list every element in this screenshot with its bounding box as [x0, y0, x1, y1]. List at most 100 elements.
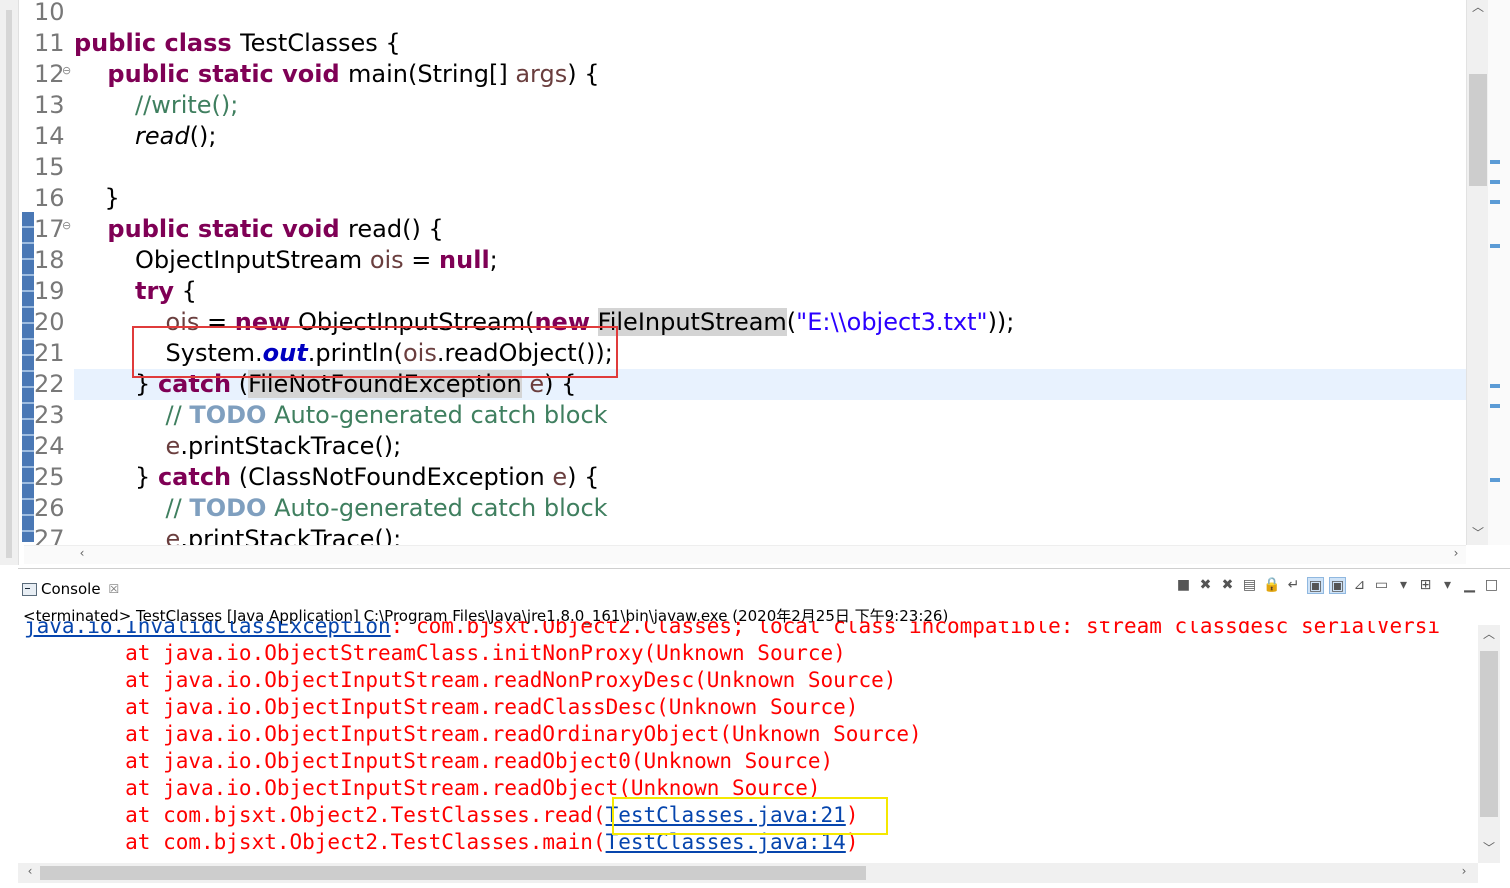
display-console-dropdown-icon[interactable]: ▾	[1395, 577, 1412, 594]
show-on-stderr-icon[interactable]: ▣	[1329, 577, 1346, 594]
code-token: (	[786, 308, 797, 336]
remove-all-icon[interactable]: ✖	[1219, 577, 1236, 594]
editor-vertical-scrollbar[interactable]: ︿ ﹀	[1466, 0, 1489, 545]
overview-marker[interactable]	[1490, 478, 1500, 482]
code-line[interactable]: 10	[24, 0, 1466, 28]
scroll-left-arrow-icon[interactable]: ‹	[72, 546, 92, 560]
show-on-stdout-icon[interactable]: ▣	[1307, 577, 1324, 594]
tab-console[interactable]: Console ☒	[22, 577, 119, 601]
console-view[interactable]: Console ☒ ■ ✖ ✖ ▤ 🔒 ↵ ▣ ▣ ⊿ ▭ ▾ ⊞ ▾ ▁ □ <terminated> T…	[18, 568, 1510, 888]
scroll-lock-icon[interactable]: 🔒	[1263, 577, 1280, 594]
code-line[interactable]: 19 try {	[24, 276, 1466, 307]
code-line[interactable]: 16 }	[24, 183, 1466, 214]
line-number: 18	[34, 246, 65, 274]
left-panel-scrollbar[interactable]	[0, 0, 19, 565]
code-token: TODO	[189, 401, 267, 429]
code-text[interactable]: ObjectInputStream ois = null;	[74, 245, 498, 276]
code-line[interactable]: 26 // TODO Auto-generated catch block	[24, 493, 1466, 524]
code-line[interactable]: 24 e.printStackTrace();	[24, 431, 1466, 462]
remove-launch-icon[interactable]: ✖	[1197, 577, 1214, 594]
clear-console-icon[interactable]: ▤	[1241, 577, 1258, 594]
editor-horizontal-scrollbar[interactable]: ‹ ›	[24, 545, 1466, 564]
code-text[interactable]: }	[74, 183, 120, 214]
code-text[interactable]: // TODO Auto-generated catch block	[74, 493, 608, 524]
close-icon[interactable]: ☒	[109, 582, 120, 596]
console-horizontal-scrollbar[interactable]: ‹ ›	[18, 863, 1478, 883]
word-wrap-icon[interactable]: ↵	[1285, 577, 1302, 594]
code-token: //	[74, 401, 190, 429]
code-text[interactable]: public static void read() {	[74, 214, 443, 245]
line-number: 27	[34, 525, 65, 545]
minimize-icon[interactable]: ▁	[1461, 577, 1478, 594]
editor-scroll-thumb[interactable]	[1469, 74, 1487, 186]
code-token: e	[165, 525, 181, 545]
console-scroll-thumb[interactable]	[1480, 651, 1498, 817]
code-text[interactable]: //write();	[74, 90, 238, 121]
overview-ruler[interactable]	[1488, 0, 1510, 545]
overview-marker[interactable]	[1490, 160, 1500, 164]
console-text: at java.io.ObjectStreamClass.initNonProx…	[24, 641, 846, 665]
code-token: }	[74, 184, 120, 212]
code-token: ObjectInputStream	[74, 246, 370, 274]
code-line[interactable]: 14 read();	[24, 121, 1466, 152]
overview-marker[interactable]	[1490, 404, 1500, 408]
stacktrace-link[interactable]: java.io.InvalidClassException	[24, 621, 391, 638]
scroll-up-arrow-icon[interactable]: ︿	[1468, 0, 1488, 15]
fold-toggle-icon[interactable]: ⊖	[62, 210, 71, 241]
code-token: catch	[157, 463, 232, 491]
code-text[interactable]: try {	[74, 276, 197, 307]
console-tab-bar: Console ☒ ■ ✖ ✖ ▤ 🔒 ↵ ▣ ▣ ⊿ ▭ ▾ ⊞ ▾ ▁ □	[18, 569, 1510, 605]
scroll-down-arrow-icon[interactable]: ﹀	[1479, 839, 1499, 856]
code-token: .printStackTrace();	[180, 525, 402, 545]
overview-marker[interactable]	[1490, 180, 1500, 184]
maximize-icon[interactable]: □	[1483, 577, 1500, 594]
console-text: at java.io.ObjectInputStream.readObject0…	[24, 749, 834, 773]
code-token: null	[439, 246, 490, 274]
display-console-icon[interactable]: ▭	[1373, 577, 1390, 594]
fold-toggle-icon[interactable]: ⊖	[62, 55, 71, 86]
scroll-right-arrow-icon[interactable]: ›	[1454, 864, 1474, 878]
overview-marker[interactable]	[1490, 244, 1500, 248]
code-text[interactable]: // TODO Auto-generated catch block	[74, 400, 608, 431]
code-line[interactable]: 11 public class TestClasses {	[24, 28, 1466, 59]
code-editor[interactable]: 10 11 public class TestClasses {12 ⊖ public…	[0, 0, 1510, 565]
scroll-left-arrow-icon[interactable]: ‹	[20, 864, 40, 878]
overview-marker[interactable]	[1490, 384, 1500, 388]
code-text[interactable]: read();	[74, 121, 216, 152]
scroll-down-arrow-icon[interactable]: ﹀	[1468, 524, 1488, 541]
open-console-icon[interactable]: ⊞	[1417, 577, 1434, 594]
left-panel-scroll-thumb[interactable]	[6, 10, 12, 558]
code-line[interactable]: 18 ObjectInputStream ois = null;	[24, 245, 1466, 276]
pin-console-icon[interactable]: ⊿	[1351, 577, 1368, 594]
code-line[interactable]: 15	[24, 152, 1466, 183]
code-token: ();	[189, 122, 217, 150]
code-text[interactable]: public static void main(String[] args) {	[74, 59, 599, 90]
line-number: 15	[34, 153, 65, 181]
code-token: ois	[369, 246, 404, 274]
code-line[interactable]: 23 // TODO Auto-generated catch block	[24, 400, 1466, 431]
code-line[interactable]: 13 //write();	[24, 90, 1466, 121]
open-console-dropdown-icon[interactable]: ▾	[1439, 577, 1456, 594]
console-line: java.io.InvalidClassException: com.bjsxt…	[24, 621, 1440, 640]
code-line[interactable]: 25 } catch (ClassNotFoundException e) {	[24, 462, 1466, 493]
code-token: main(String[]	[348, 60, 516, 88]
console-vertical-scrollbar[interactable]: ︿ ﹀	[1478, 625, 1500, 863]
code-text[interactable]: e.printStackTrace();	[74, 524, 402, 545]
scroll-right-arrow-icon[interactable]: ›	[1446, 546, 1466, 560]
code-line[interactable]: 12 ⊖ public static void main(String[] arg…	[24, 59, 1466, 90]
line-number: 25	[34, 463, 65, 491]
scroll-up-arrow-icon[interactable]: ︿	[1479, 625, 1499, 642]
terminate-icon[interactable]: ■	[1175, 577, 1192, 594]
code-area[interactable]: 10 11 public class TestClasses {12 ⊖ public…	[24, 0, 1466, 545]
code-token: public static void	[74, 60, 349, 88]
code-line[interactable]: 17 ⊖ public static void read() {	[24, 214, 1466, 245]
code-text[interactable]: } catch (ClassNotFoundException e) {	[74, 462, 599, 493]
code-line[interactable]: 27 e.printStackTrace();	[24, 524, 1466, 545]
code-text[interactable]: e.printStackTrace();	[74, 431, 402, 462]
code-text[interactable]: public class TestClasses {	[74, 28, 401, 59]
code-token: TODO	[189, 494, 267, 522]
console-hscroll-thumb[interactable]	[40, 866, 866, 880]
overview-marker[interactable]	[1490, 200, 1500, 204]
